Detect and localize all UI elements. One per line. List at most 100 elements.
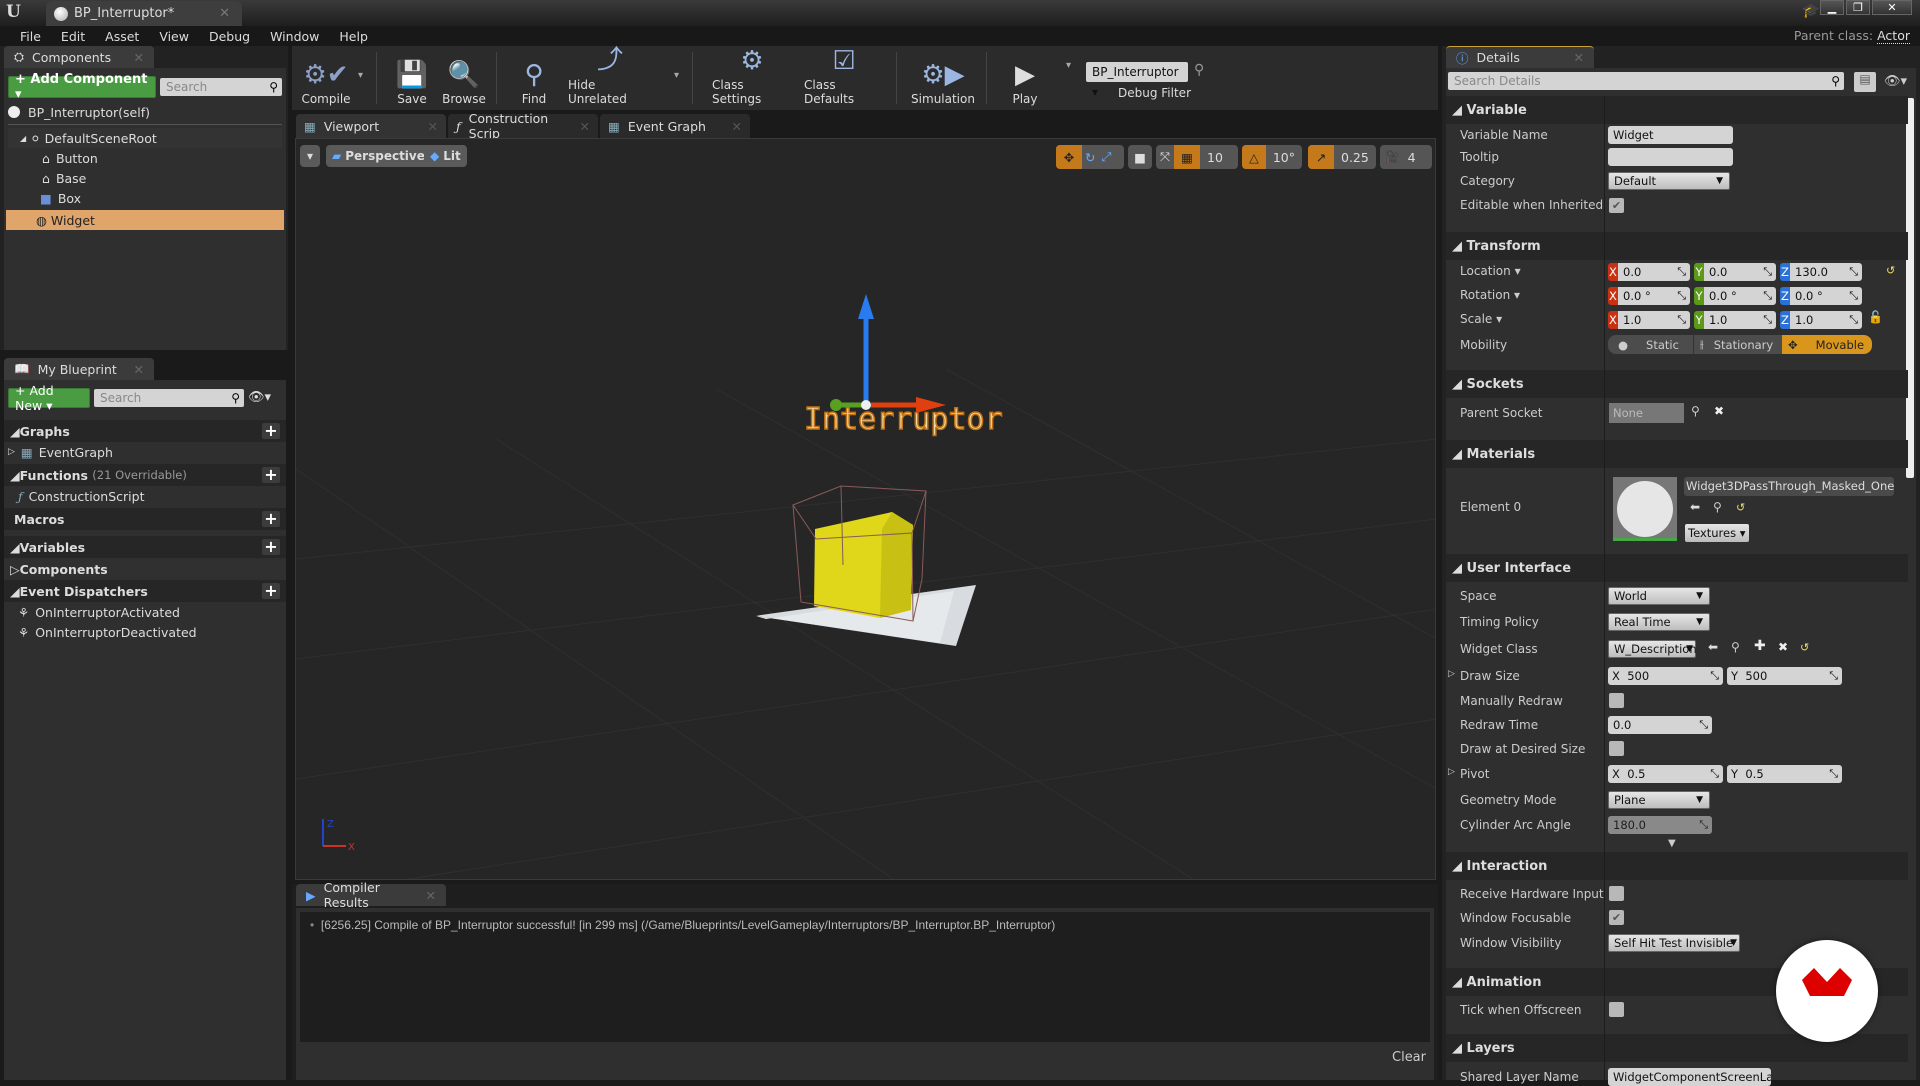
reset-to-default-icon[interactable]: ↺ — [1736, 501, 1745, 514]
material-thumbnail[interactable] — [1613, 477, 1677, 541]
compile-options-dropdown[interactable]: ▾ — [358, 70, 363, 81]
add-dispatcher-button[interactable]: + — [262, 583, 280, 599]
add-variable-button[interactable]: + — [262, 539, 280, 555]
menu-asset[interactable]: Asset — [95, 29, 149, 44]
play-options-dropdown[interactable]: ▾ — [1066, 60, 1071, 71]
gizmo-center[interactable] — [861, 400, 871, 410]
blueprint-search-input[interactable]: Search ⚲ — [94, 389, 244, 407]
location-x[interactable]: X 0.0 — [1608, 263, 1690, 281]
list-item-eventgraph[interactable]: ▷ ▦ EventGraph — [4, 442, 286, 462]
scale-x-value[interactable]: 1.0 — [1618, 311, 1690, 329]
menu-edit[interactable]: Edit — [51, 29, 95, 44]
tab-construction-script[interactable]: ƒ Construction Scrip ✕ — [448, 111, 598, 141]
redraw-time-field[interactable]: 0.0 — [1608, 716, 1712, 734]
draw-size-x-value[interactable]: 500 — [1627, 669, 1649, 683]
section-graphs[interactable]: ◢ Graphs + — [4, 420, 286, 442]
expand-arrow-icon[interactable]: ◢ — [20, 134, 26, 143]
draw-size-y[interactable]: Y 500 — [1727, 667, 1842, 685]
tree-item-box[interactable]: ■ Box — [8, 188, 282, 208]
use-selected-icon[interactable]: ⬅ — [1690, 500, 1700, 514]
shared-layer-name-input[interactable]: WidgetComponentScreenLayer — [1608, 1068, 1771, 1086]
learn-icon[interactable]: 🎓 — [1802, 3, 1819, 19]
clear-socket-icon[interactable]: ✖ — [1714, 404, 1724, 418]
browse-socket-icon[interactable]: ⚲ — [1691, 404, 1700, 418]
scale-z[interactable]: Z 1.0 — [1780, 311, 1862, 329]
tree-item-widget[interactable]: ◍ Widget — [6, 210, 284, 230]
use-selected-icon[interactable]: ⬅ — [1708, 640, 1718, 654]
browse-material-icon[interactable]: ⚲ — [1713, 500, 1722, 514]
section-sockets[interactable]: ◢ Sockets — [1446, 370, 1908, 398]
parent-socket-field[interactable]: None — [1609, 403, 1684, 423]
section-macros[interactable]: Macros + — [4, 508, 286, 530]
close-tab-icon[interactable]: ✕ — [732, 119, 742, 134]
view-options-icon[interactable]: 👁▾ — [248, 390, 271, 405]
tooltip-input[interactable] — [1608, 148, 1733, 166]
close-tab-icon[interactable]: ✕ — [134, 50, 144, 65]
section-variable[interactable]: ◢ Variable — [1446, 96, 1908, 124]
close-tab-icon[interactable]: ✕ — [219, 6, 230, 21]
new-widget-icon[interactable]: ✚ — [1754, 638, 1766, 654]
close-tab-icon[interactable]: ✕ — [580, 119, 590, 134]
debug-object-dropdown[interactable]: BP_Interruptor ▾ — [1086, 62, 1188, 99]
add-macro-button[interactable]: + — [262, 511, 280, 527]
visibility-options-icon[interactable]: 👁▾ — [1884, 74, 1907, 89]
add-function-button[interactable]: + — [262, 467, 280, 483]
close-tab-icon[interactable]: ✕ — [1574, 50, 1584, 65]
details-search-input[interactable]: Search Details ⚲ — [1448, 72, 1844, 90]
rotation-z-value[interactable]: 0.0 ° — [1790, 287, 1862, 305]
tab-viewport[interactable]: ▦ Viewport ✕ — [296, 114, 446, 138]
timing-policy-dropdown[interactable]: Real Time ▼ — [1608, 613, 1710, 631]
section-event-dispatchers[interactable]: ◢ Event Dispatchers + — [4, 580, 286, 602]
browse-widget-icon[interactable]: ⚲ — [1731, 640, 1740, 654]
scale-y[interactable]: Y 1.0 — [1694, 311, 1776, 329]
material-dropdown[interactable]: Widget3DPassThrough_Masked_OneSid▾ — [1684, 477, 1894, 496]
tick-when-offscreen-checkbox[interactable] — [1609, 1002, 1624, 1017]
clear-widget-icon[interactable]: ✖ — [1778, 640, 1788, 654]
clear-button[interactable]: Clear — [1392, 1050, 1426, 1065]
find-button[interactable]: ⚲ Find — [512, 46, 556, 110]
close-tab-icon[interactable]: ✕ — [428, 119, 438, 134]
scale-y-value[interactable]: 1.0 — [1704, 311, 1776, 329]
save-button[interactable]: 💾 Save — [392, 46, 432, 110]
widget-class-dropdown[interactable]: W_Description ▼ — [1608, 640, 1697, 658]
location-y-value[interactable]: 0.0 — [1704, 263, 1776, 281]
location-label[interactable]: Location ▾ — [1460, 264, 1521, 278]
viewport[interactable]: ▾ ▰ Perspective ◆ Lit ✥ ↻ ⤢ ■ ⤧ ▦ 10 △ 10° ↗ 0.2… — [295, 138, 1436, 880]
menu-debug[interactable]: Debug — [199, 29, 260, 44]
mobility-stationary[interactable]: ⫲ Stationary — [1694, 335, 1782, 354]
debug-search-icon[interactable]: ⚲ — [1194, 62, 1204, 78]
draw-size-x[interactable]: X 500 — [1608, 667, 1723, 685]
section-functions[interactable]: ◢ Functions (21 Overridable) + — [4, 464, 286, 486]
space-dropdown[interactable]: World ▼ — [1608, 587, 1710, 605]
expand-arrow-icon[interactable]: ▷ — [1448, 669, 1455, 679]
rotation-y[interactable]: Y 0.0 ° — [1694, 287, 1776, 305]
restore-button[interactable]: ❐ — [1846, 0, 1870, 15]
rotation-z[interactable]: Z 0.0 ° — [1780, 287, 1862, 305]
compile-button[interactable]: ⚙✔ Compile — [296, 46, 356, 110]
location-x-value[interactable]: 0.0 — [1618, 263, 1690, 281]
compiler-results-tab[interactable]: ▶ Compiler Results ✕ — [296, 880, 446, 910]
expand-arrow-icon[interactable]: ▷ — [8, 447, 15, 457]
section-transform[interactable]: ◢ Transform — [1446, 232, 1908, 260]
gizmo-y-handle[interactable] — [830, 399, 842, 411]
components-search-input[interactable]: Search ⚲ — [160, 78, 282, 96]
hide-options-dropdown[interactable]: ▾ — [674, 70, 679, 81]
expand-arrow-icon[interactable]: ▷ — [1448, 767, 1455, 777]
pivot-x-value[interactable]: 0.5 — [1627, 767, 1645, 781]
close-tab-icon[interactable]: ✕ — [134, 362, 144, 377]
rotation-label[interactable]: Rotation ▾ — [1460, 288, 1520, 302]
receive-hardware-input-checkbox[interactable] — [1609, 886, 1624, 901]
list-item-dispatcher[interactable]: ⚘ OnInterruptorDeactivated — [4, 622, 286, 642]
location-y[interactable]: Y 0.0 — [1694, 263, 1776, 281]
rotation-y-value[interactable]: 0.0 ° — [1704, 287, 1776, 305]
show-advanced-icon[interactable]: ▼ — [1668, 838, 1676, 849]
rotation-x-value[interactable]: 0.0 ° — [1618, 287, 1690, 305]
window-visibility-dropdown[interactable]: Self Hit Test Invisible ▼ — [1608, 934, 1740, 952]
section-interaction[interactable]: ◢ Interaction — [1446, 852, 1908, 880]
section-user-interface[interactable]: ◢ User Interface — [1446, 554, 1908, 582]
add-component-button[interactable]: + Add Component ▾ — [8, 72, 156, 102]
my-blueprint-tab[interactable]: 📖 My Blueprint ✕ — [4, 358, 154, 380]
category-dropdown[interactable]: Default ▼ — [1608, 172, 1730, 190]
scale-z-value[interactable]: 1.0 — [1790, 311, 1862, 329]
window-focusable-checkbox[interactable]: ✔ — [1609, 910, 1624, 925]
